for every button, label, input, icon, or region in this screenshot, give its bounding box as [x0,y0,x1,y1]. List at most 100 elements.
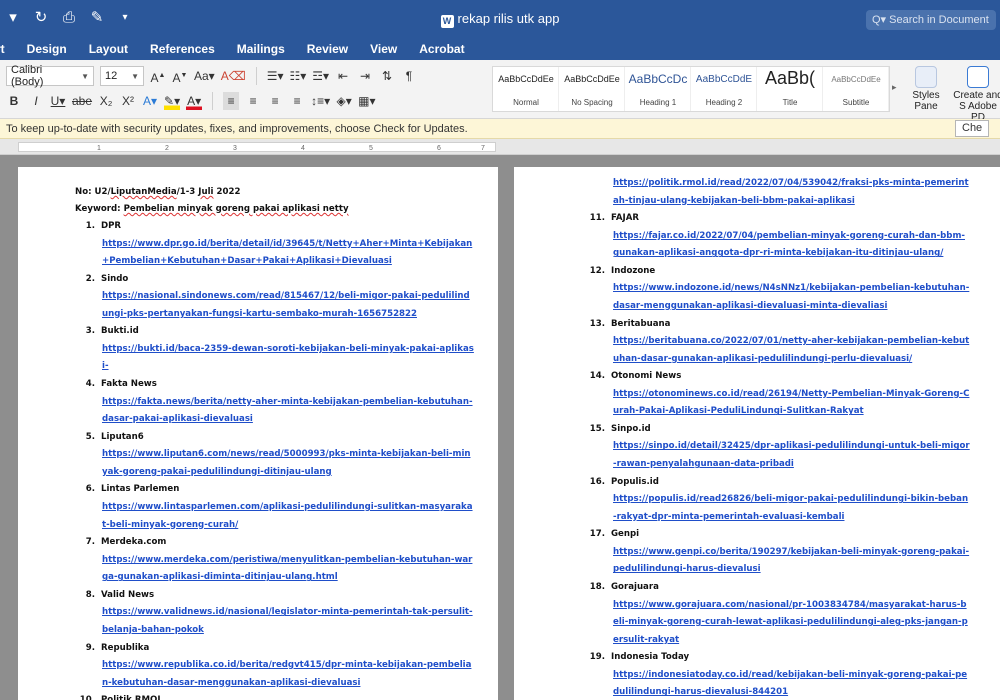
underline-icon[interactable]: U▾ [50,92,66,110]
font-size-select[interactable]: 12 ▼ [100,66,144,86]
change-case-icon[interactable]: Aa▾ [194,67,215,85]
continued-link[interactable]: https://politik.rmol.id/read/2022/07/04/… [583,175,971,210]
shrink-font-icon[interactable]: A▼ [172,67,188,85]
styles-pane-button[interactable]: Styles Pane [900,66,952,112]
article-link[interactable]: https://www.merdeka.com/peristiwa/menyul… [75,552,475,587]
article-link[interactable]: https://www.liputan6.com/news/read/50009… [75,446,475,481]
article-link[interactable]: https://www.lintasparlemen.com/aplikasi-… [75,499,475,534]
list-number: 6. [85,484,95,495]
doc-number-month: Juli [198,187,214,197]
article-link[interactable]: https://www.dpr.go.id/berita/detail/id/3… [75,236,475,271]
align-center-icon[interactable]: ≡ [245,92,261,110]
styles-pane-icon [915,66,937,88]
decrease-indent-icon[interactable]: ⇤ [335,67,351,85]
sort-icon[interactable]: ⇅ [379,67,395,85]
article-link[interactable]: https://otonominews.co.id/read/26194/Net… [583,386,971,421]
media-name: 3. Bukti.id [75,323,498,341]
media-list-page-2: 11. FAJAR https://fajar.co.id/2022/07/04/p… [583,210,1000,700]
list-item: 3. Bukti.id https://bukti.id/baca-2359-dew… [75,323,498,376]
increase-indent-icon[interactable]: ⇥ [357,67,373,85]
tab-layout[interactable]: Layout [78,42,139,56]
shading-icon[interactable]: ◈▾ [336,92,352,110]
article-link[interactable]: https://populis.id/read26826/beli-migor-… [583,491,971,526]
line-spacing-icon[interactable]: ↕≡▾ [311,92,330,110]
list-item: 10. Politik RMOL [75,692,498,700]
align-right-icon[interactable]: ≡ [267,92,283,110]
document-title-text: rekap rilis utk app [457,11,560,26]
tab-acrobat[interactable]: Acrobat [408,42,475,56]
media-name: 4. Fakta News [75,376,498,394]
list-item: 15. Sinpo.id https://sinpo.id/detail/32425… [583,421,1000,474]
article-link[interactable]: https://www.validnews.id/nasional/legisl… [75,604,475,639]
article-link[interactable]: https://www.genpi.co/berita/190297/kebij… [583,544,971,579]
article-link[interactable]: https://www.gorajuara.com/nasional/pr-10… [583,597,971,650]
list-number: 1. [85,221,95,231]
show-formatting-marks-icon[interactable]: ¶ [401,67,417,85]
tab-view[interactable]: View [359,42,408,56]
tab-mailings[interactable]: Mailings [226,42,296,56]
tab-review[interactable]: Review [296,42,359,56]
bullets-icon[interactable]: ☰▾ [267,67,284,85]
style-heading-1[interactable]: AaBbCcDc Heading 1 [625,67,691,111]
check-for-updates-button[interactable]: Che [955,120,990,137]
style-normal[interactable]: AaBbCcDdEe Normal [493,67,559,111]
list-number: 8. [85,589,95,600]
list-item: 5. Liputan6 https://www.liputan6.com/news/… [75,429,498,482]
list-number: 14. [589,371,605,382]
article-link[interactable]: https://www.republika.co.id/berita/redgv… [75,657,475,692]
list-number: 17. [589,529,605,540]
chevron-right-icon[interactable]: ▸ [892,82,897,93]
media-name: 17. Genpi [583,526,1000,544]
tab-insert[interactable]: rt [0,42,16,56]
list-number: 10. [75,692,95,700]
document-page-2[interactable]: https://politik.rmol.id/read/2022/07/04/… [514,167,1000,700]
ruler-tick: 2 [165,145,169,152]
style-heading-2[interactable]: AaBbCcDdE Heading 2 [691,67,757,111]
style-title[interactable]: AaBb(Title [757,67,823,111]
tab-design[interactable]: Design [16,42,78,56]
article-link[interactable]: https://bukti.id/baca-2359-dewan-soroti-… [75,341,475,376]
article-link[interactable]: https://nasional.sindonews.com/read/8154… [75,288,475,323]
list-number: 18. [589,582,605,592]
media-name-text: Beritabuana [611,318,671,329]
superscript-icon[interactable]: X² [120,92,136,110]
highlight-color-icon[interactable]: ✎▾ [164,92,181,110]
strikethrough-icon[interactable]: abe [72,92,92,110]
article-link[interactable]: https://fakta.news/berita/netty-aher-min… [75,394,475,429]
article-link[interactable]: https://indonesiatoday.co.id/read/kebija… [583,667,971,700]
list-item: 1. DPR https://www.dpr.go.id/berita/detail… [75,218,498,271]
article-link[interactable]: https://sinpo.id/detail/32425/dpr-aplika… [583,438,971,473]
article-link[interactable]: https://fajar.co.id/2022/07/04/pembelian… [583,228,971,263]
text-effects-icon[interactable]: A▾ [142,92,158,110]
font-name-select[interactable]: Calibri (Body) ▼ [6,64,94,88]
create-pdf-button[interactable]: Create and S Adobe PD [952,66,1000,123]
media-name-text: Politik RMOL [101,695,163,700]
clear-formatting-icon[interactable]: A⌫ [221,67,246,85]
horizontal-ruler[interactable]: 1 2 3 4 5 6 7 [0,139,1000,155]
media-name-text: FAJAR [611,213,640,224]
tab-references[interactable]: References [139,42,226,56]
list-number: 19. [589,652,605,663]
article-link[interactable]: https://beritabuana.co/2022/07/01/netty-… [583,333,971,368]
subscript-icon[interactable]: X₂ [98,92,114,110]
bold-icon[interactable]: B [6,92,22,110]
document-page-1[interactable]: No: U2/LiputanMedia/1-3 Juli 2022 Keywor… [18,167,498,700]
list-item: 19. Indonesia Today https://indonesiatoday… [583,649,1000,700]
numbering-icon[interactable]: ☷▾ [289,67,306,85]
multilevel-list-icon[interactable]: ☲▾ [312,67,329,85]
style-no-spacing[interactable]: AaBbCcDdEe No Spacing [559,67,625,111]
style-name: Title [782,98,798,107]
style-name: Normal [513,98,539,107]
search-input[interactable]: Q▾ Search in Document [866,10,996,30]
borders-icon[interactable]: ▦▾ [358,92,375,110]
font-color-icon[interactable]: A▾ [186,92,203,110]
justify-icon[interactable]: ≡ [289,92,305,110]
article-link[interactable]: https://www.indozone.id/news/N4sNNz1/keb… [583,280,971,315]
style-subtitle[interactable]: AaBbCcDdEe Subtitle [823,67,889,111]
align-left-icon[interactable]: ≡ [223,92,240,110]
document-canvas[interactable]: No: U2/LiputanMedia/1-3 Juli 2022 Keywor… [0,155,1000,700]
italic-icon[interactable]: I [28,92,44,110]
grow-font-icon[interactable]: A▲ [150,67,166,85]
media-name: 13. Beritabuana [583,316,1000,334]
list-item: 14. Otonomi News https://otonominews.co.id… [583,368,1000,421]
